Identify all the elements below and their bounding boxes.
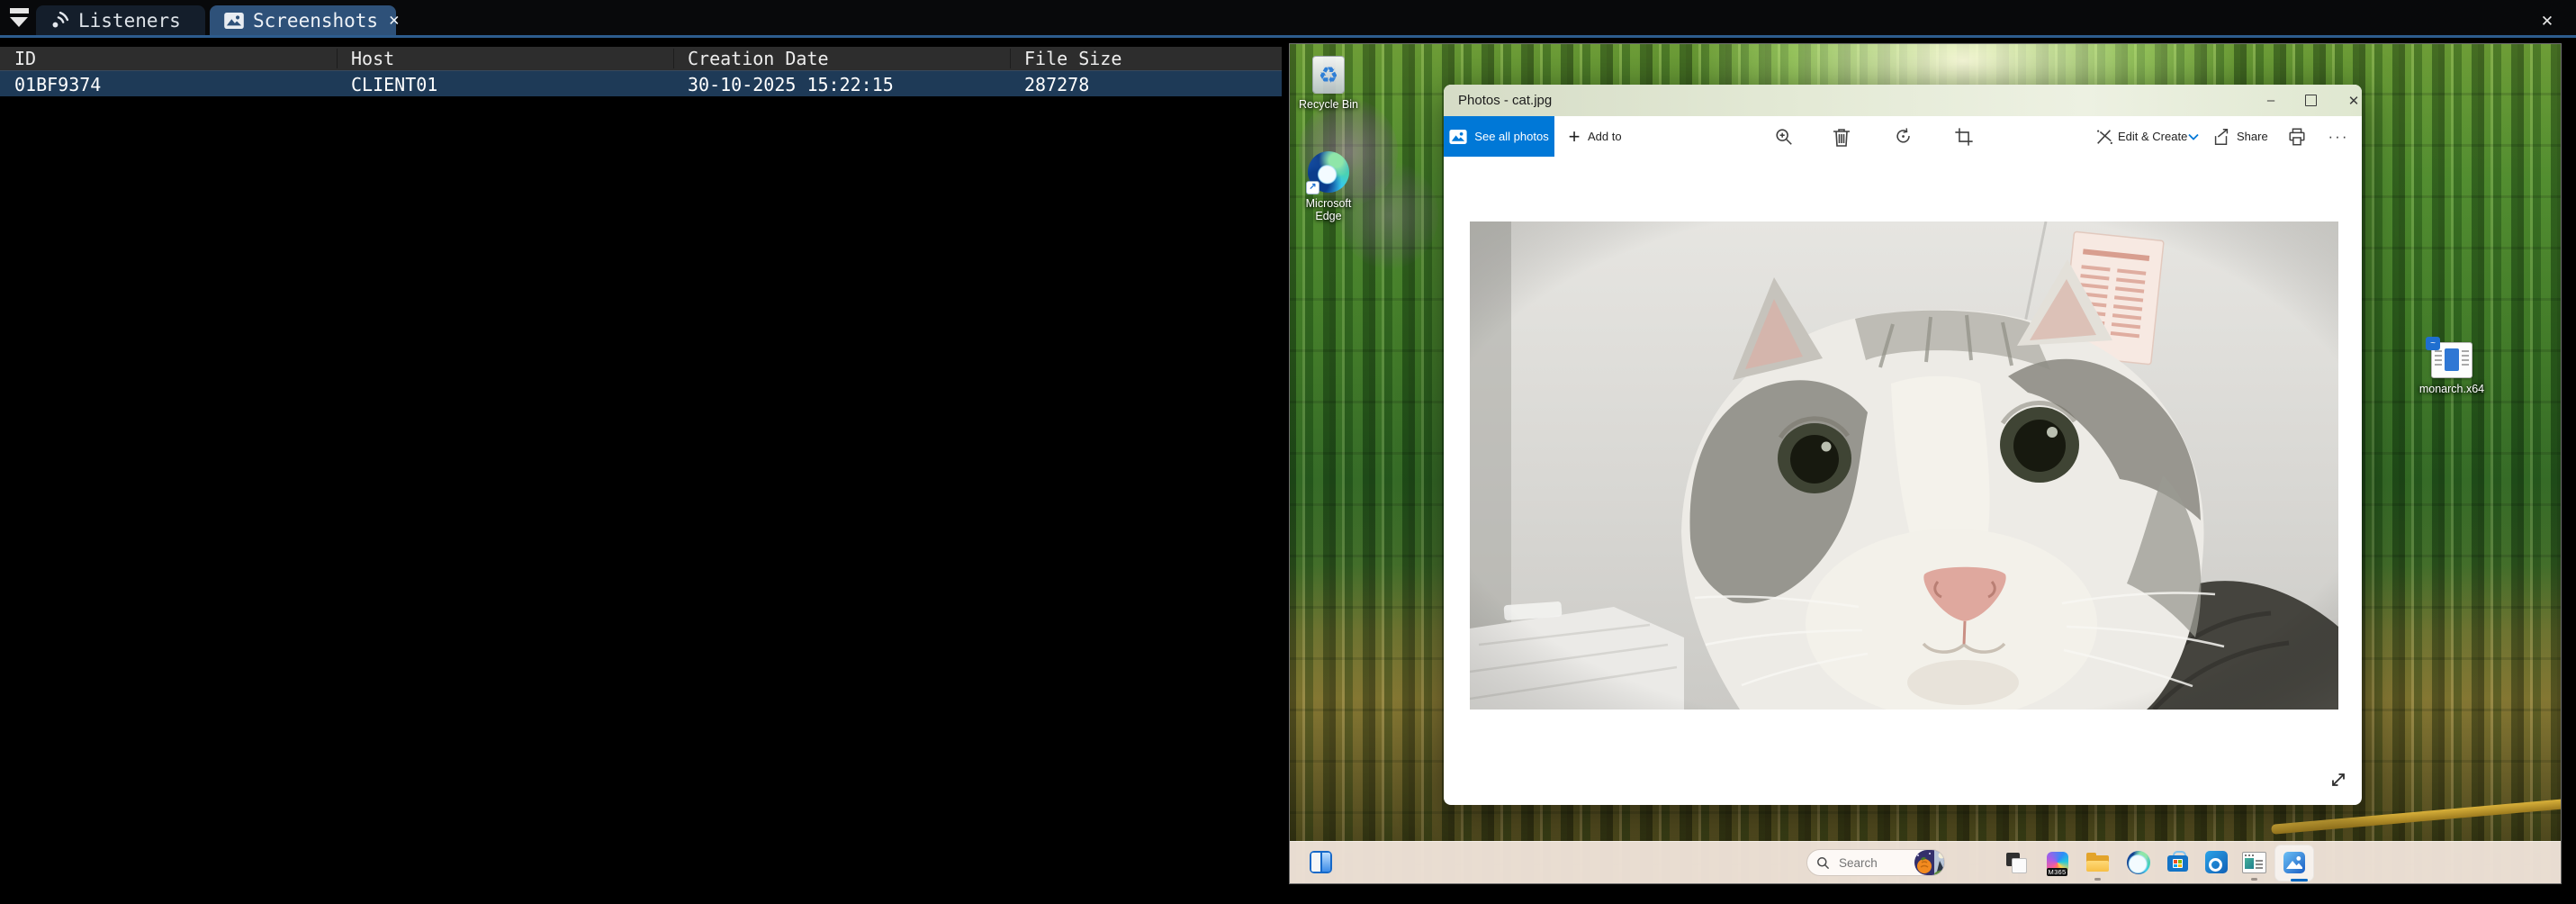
running-indicator: [2094, 878, 2101, 881]
maximize-button[interactable]: [2295, 85, 2326, 116]
desktop-icon-label: monarch.x64: [2419, 383, 2484, 395]
cell-id: 01BF9374: [14, 73, 101, 96]
edge-icon: [2127, 851, 2150, 874]
desktop-icon-recycle-bin[interactable]: ♻ Recycle Bin: [1299, 56, 1358, 111]
table-row[interactable]: 01BF9374 CLIENT01 30-10-2025 15:22:15 28…: [0, 70, 1282, 96]
column-header-host[interactable]: Host: [351, 48, 394, 70]
delete-icon[interactable]: [1830, 125, 1853, 149]
image-icon: [224, 13, 244, 29]
screenshot-viewer: ♻ Recycle Bin ↗ Microsoft Edge ~: [1289, 43, 2562, 884]
chevron-down-icon[interactable]: [2182, 125, 2205, 149]
search-highlight-image[interactable]: [1914, 850, 1945, 875]
column-header-creation-date[interactable]: Creation Date: [688, 48, 829, 70]
outlook-icon: [2205, 851, 2228, 873]
outlook-button[interactable]: [2204, 850, 2229, 874]
photos-icon: [2283, 852, 2305, 873]
zoom-icon[interactable]: [1772, 125, 1796, 149]
cell-host: CLIENT01: [351, 73, 437, 96]
photos-window: Photos - cat.jpg – ✕ See all photos + Ad…: [1444, 85, 2362, 805]
see-more-icon[interactable]: ···: [2327, 125, 2350, 149]
image-icon: [1449, 130, 1467, 144]
edge-icon: ↗: [1308, 151, 1349, 193]
app-window-icon: [2242, 852, 2266, 873]
file-explorer-button[interactable]: [2085, 850, 2110, 874]
store-button[interactable]: [2166, 850, 2190, 874]
collapse-caret-icon[interactable]: [9, 7, 31, 29]
m365-badge: M365: [2047, 868, 2068, 876]
window-title: Photos - cat.jpg: [1458, 85, 1552, 116]
share-icon[interactable]: [2210, 125, 2233, 149]
shortcut-arrow-icon: ↗: [1306, 181, 1320, 194]
start-button[interactable]: [1770, 850, 1795, 874]
column-header-file-size[interactable]: File Size: [1024, 48, 1121, 70]
tab-close-icon[interactable]: ✕: [389, 12, 399, 29]
tab-screenshots[interactable]: Screenshots ✕: [210, 5, 396, 35]
tabbar-close-icon[interactable]: ✕: [2536, 9, 2558, 31]
rotate-icon[interactable]: [1892, 125, 1915, 149]
fullscreen-expand-icon[interactable]: [2328, 769, 2351, 792]
column-header-id[interactable]: ID: [14, 48, 36, 70]
edit-create-icon[interactable]: [2093, 125, 2116, 149]
running-indicator: [2251, 878, 2257, 881]
table-header: ID Host Creation Date File Size: [0, 47, 1282, 70]
app-window-button[interactable]: [2242, 850, 2266, 874]
copilot-m365-button[interactable]: M365: [2045, 850, 2069, 874]
add-to-plus-icon[interactable]: +: [1563, 125, 1586, 149]
photos-toolbar: See all photos + Add to: [1444, 116, 2362, 157]
tab-listeners[interactable]: Listeners: [36, 5, 205, 35]
search-icon: [1816, 856, 1830, 870]
desktop-icon-label: Recycle Bin: [1299, 98, 1358, 111]
see-all-photos-button[interactable]: See all photos: [1444, 116, 1554, 157]
broadcast-icon: [50, 11, 69, 30]
cell-creation-date: 30-10-2025 15:22:15: [688, 73, 894, 96]
task-view-button[interactable]: [2004, 850, 2028, 874]
close-button[interactable]: ✕: [2338, 85, 2369, 116]
photo-cat-jpg: [1470, 221, 2338, 710]
photos-titlebar[interactable]: Photos - cat.jpg – ✕: [1444, 85, 2362, 116]
print-icon[interactable]: [2285, 125, 2309, 149]
tab-label: Listeners: [78, 10, 181, 32]
desktop-icon-monarch-x64[interactable]: ~ monarch.x64: [2407, 342, 2497, 395]
search-input[interactable]: [1837, 855, 1914, 871]
edit-create-button[interactable]: Edit & Create: [2118, 116, 2187, 157]
desktop-icon-microsoft-edge[interactable]: ↗ Microsoft Edge: [1296, 151, 1361, 222]
edge-taskbar-button[interactable]: [2126, 850, 2150, 874]
taskbar-search[interactable]: [1806, 849, 1945, 876]
desktop-icon-label: Microsoft Edge: [1300, 197, 1357, 222]
widgets-button[interactable]: [1310, 851, 1332, 873]
monarch-app-icon: ~: [2431, 342, 2472, 378]
recycle-bin-icon: ♻: [1312, 56, 1345, 94]
app-root: Listeners Screenshots ✕ ✕ ID Host Creati…: [0, 0, 2576, 904]
minimize-button[interactable]: –: [2256, 85, 2286, 116]
active-tab-underline: [0, 35, 2576, 38]
taskbar: M365: [1290, 841, 2561, 883]
active-app-indicator: [2291, 879, 2308, 881]
copilot-icon: M365: [2047, 852, 2068, 873]
tab-label: Screenshots: [253, 10, 378, 32]
share-button[interactable]: Share: [2237, 116, 2268, 157]
add-to-button[interactable]: Add to: [1588, 116, 1622, 157]
crop-icon[interactable]: [1952, 125, 1976, 149]
tab-bar: Listeners Screenshots ✕ ✕: [0, 0, 2576, 35]
photos-taskbar-button[interactable]: [2274, 845, 2314, 881]
cell-file-size: 287278: [1024, 73, 1089, 96]
